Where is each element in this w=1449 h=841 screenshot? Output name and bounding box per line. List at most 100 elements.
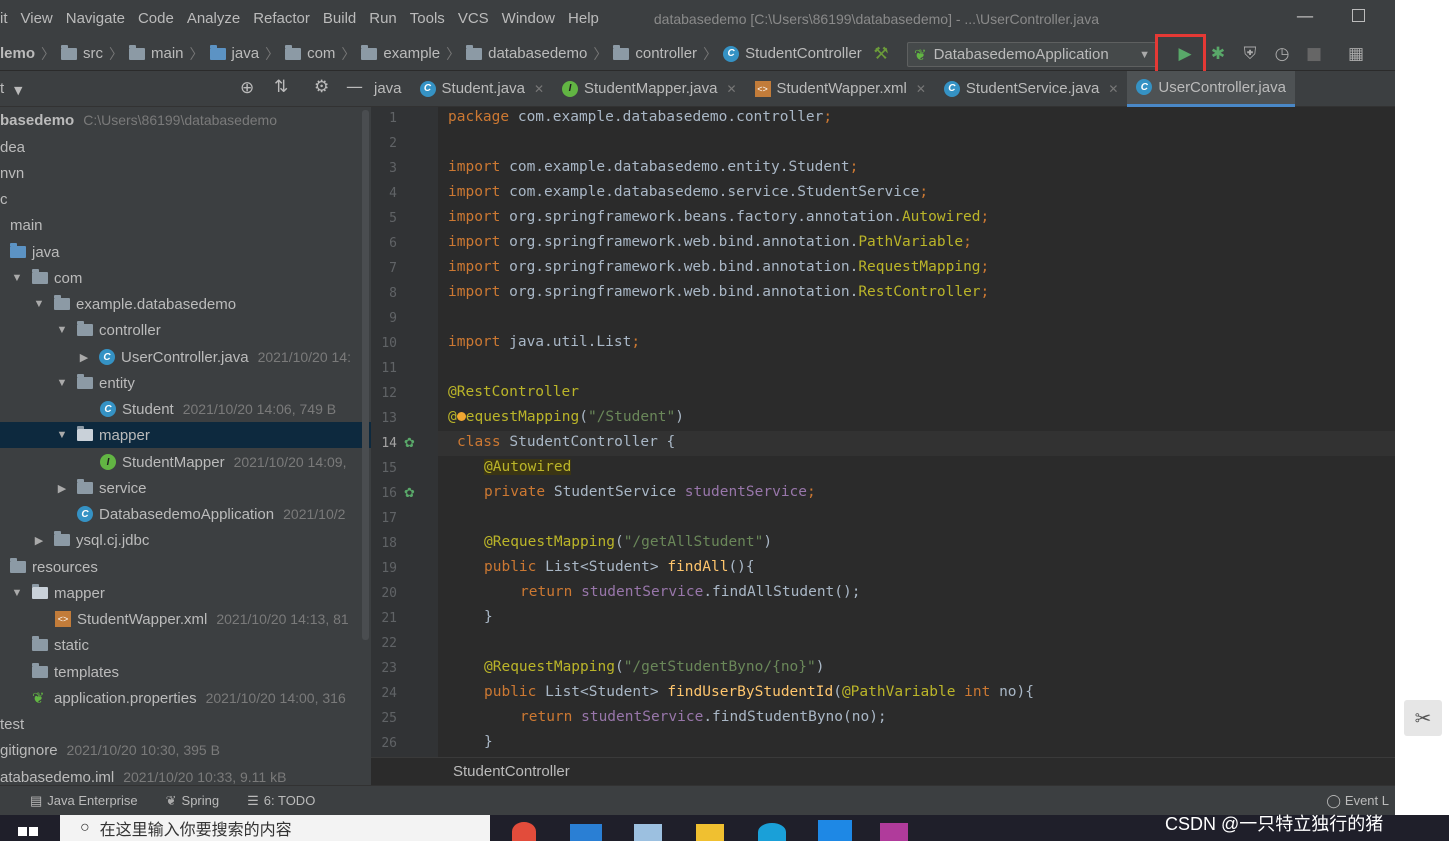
editor-breadcrumb[interactable]: StudentController — [371, 757, 1395, 785]
menu-code[interactable]: Code — [138, 10, 174, 27]
close-icon[interactable]: ✕ — [1108, 82, 1118, 96]
menu-navigate[interactable]: Navigate — [66, 10, 125, 27]
intention-bulb-icon[interactable] — [456, 412, 466, 421]
tree-row[interactable]: java — [0, 239, 371, 265]
close-icon[interactable]: ✕ — [534, 82, 544, 96]
crumb-java[interactable]: java — [209, 44, 259, 62]
crumb-controller[interactable]: controller — [613, 44, 697, 62]
crumb-main[interactable]: main — [129, 44, 184, 62]
app-icon[interactable] — [818, 820, 852, 841]
profile-icon[interactable]: ◷ — [1270, 42, 1294, 66]
stop-icon[interactable]: ■ — [1302, 42, 1326, 66]
debug-icon[interactable]: ✱ — [1206, 42, 1230, 66]
tree-row[interactable]: I StudentMapper 2021/10/20 14:09, — [0, 449, 371, 475]
tree-row[interactable]: nvn — [0, 160, 371, 186]
tree-row[interactable]: ▼ controller — [0, 317, 371, 343]
tree-row[interactable]: atabasedemo.iml 2021/10/20 10:33, 9.11 kB — [0, 764, 371, 786]
taskbar-search-box[interactable]: ○ 在这里输入你要搜索的内容 — [60, 815, 490, 841]
crumb-studentcontroller[interactable]: C StudentController — [723, 45, 862, 62]
tree-row[interactable]: test — [0, 711, 371, 737]
crumb-src[interactable]: src — [61, 44, 103, 62]
expand-arrow-icon[interactable]: ▼ — [10, 587, 24, 599]
expand-arrow-icon[interactable]: ▶ — [55, 482, 69, 495]
minimize-icon[interactable]: — — [1296, 6, 1314, 27]
build-hammer-icon[interactable]: ⚒ — [869, 42, 893, 66]
tree-row[interactable]: ▼ entity — [0, 370, 371, 396]
tree-row-selected[interactable]: ▼ mapper — [0, 422, 371, 448]
folder-icon[interactable] — [696, 824, 724, 841]
scissors-icon[interactable]: ✂ — [1404, 700, 1442, 736]
expand-arrow-icon[interactable]: ▼ — [55, 429, 69, 441]
close-icon[interactable]: ✕ — [726, 82, 736, 96]
menu-run[interactable]: Run — [369, 10, 397, 27]
close-icon[interactable]: ✕ — [916, 82, 926, 96]
project-structure-icon[interactable]: ▦ — [1344, 42, 1368, 66]
crumb-example[interactable]: example — [361, 44, 440, 62]
menu-window[interactable]: Window — [502, 10, 555, 27]
expand-arrow-icon[interactable]: ▼ — [55, 377, 69, 389]
app-icon[interactable] — [634, 824, 662, 841]
locate-icon[interactable]: ⊕ — [240, 78, 254, 98]
expand-arrow-icon[interactable]: ▶ — [32, 534, 46, 547]
tree-row[interactable]: ▼ example.databasedemo — [0, 291, 371, 317]
hide-panel-icon[interactable]: — — [346, 77, 363, 97]
tree-row[interactable]: dea — [0, 134, 371, 160]
tree-row[interactable]: resources — [0, 554, 371, 580]
coverage-icon[interactable]: ⛨ — [1238, 42, 1262, 66]
tree-row[interactable]: main — [0, 212, 371, 238]
tree-row[interactable]: c — [0, 186, 371, 212]
project-view-label[interactable]: t — [0, 80, 4, 97]
tree-row[interactable]: C Student 2021/10/20 14:06, 749 B — [0, 396, 371, 422]
crumb-project[interactable]: lemo — [0, 45, 35, 62]
tree-row[interactable]: ▶ service — [0, 475, 371, 501]
autowired-gutter-icon[interactable]: ✿ — [404, 486, 415, 501]
tab-java[interactable]: java — [371, 71, 411, 107]
tab-studentwapper[interactable]: <> StudentWapper.xml ✕ — [746, 71, 935, 107]
tree-row[interactable]: <> StudentWapper.xml 2021/10/20 14:13, 81 — [0, 606, 371, 632]
menu-build[interactable]: Build — [323, 10, 356, 27]
menu-tools[interactable]: Tools — [410, 10, 445, 27]
crumb-com[interactable]: com — [285, 44, 335, 62]
tree-row[interactable]: ▶ ysql.cj.jdbc — [0, 527, 371, 553]
menu-help[interactable]: Help — [568, 10, 599, 27]
tree-row[interactable]: ▼ com — [0, 265, 371, 291]
chevron-down-icon[interactable]: ▼ — [14, 84, 22, 97]
app-icon[interactable] — [512, 822, 536, 841]
expand-arrow-icon[interactable]: ▶ — [77, 351, 91, 364]
event-log-tab[interactable]: ◯ Event L — [1326, 793, 1389, 809]
tab-studentservice[interactable]: C StudentService.java ✕ — [935, 71, 1127, 107]
menu-view[interactable]: View — [21, 10, 53, 27]
expand-arrow-icon[interactable]: ▼ — [32, 298, 46, 310]
intellij-icon[interactable] — [880, 823, 908, 841]
windows-start-icon[interactable] — [18, 823, 40, 841]
todo-tab[interactable]: ☰ 6: TODO — [247, 793, 315, 809]
gear-icon[interactable]: ⚙ — [314, 77, 329, 97]
tab-usercontroller[interactable]: C UserController.java — [1127, 70, 1295, 107]
tree-row[interactable]: ❦ application.properties 2021/10/20 14:00,… — [0, 685, 371, 711]
crumb-databasedemo[interactable]: databasedemo — [466, 44, 587, 62]
tree-row[interactable]: ▼ mapper — [0, 580, 371, 606]
menu-analyze[interactable]: Analyze — [187, 10, 240, 27]
menu-refactor[interactable]: Refactor — [253, 10, 310, 27]
menu-vcs[interactable]: VCS — [458, 10, 489, 27]
tree-row[interactable]: gitignore 2021/10/20 10:30, 395 B — [0, 737, 371, 763]
tree-row[interactable]: basedemo C:\Users\86199\databasedemo — [0, 107, 371, 133]
menu-edit[interactable]: it — [0, 10, 8, 27]
expand-arrow-icon[interactable]: ▼ — [55, 324, 69, 336]
spring-tab[interactable]: ❦ Spring — [166, 793, 219, 809]
edge-icon[interactable] — [758, 823, 786, 841]
bean-gutter-icon[interactable]: ✿ — [404, 436, 415, 451]
expand-arrow-icon[interactable]: ▼ — [10, 272, 24, 284]
tree-row[interactable]: static — [0, 632, 371, 658]
run-configuration-select[interactable]: ❦ DatabasedemoApplication ▼ — [907, 42, 1157, 67]
tab-student[interactable]: C Student.java ✕ — [411, 71, 553, 107]
tab-studentmapper[interactable]: I StudentMapper.java ✕ — [553, 71, 746, 107]
tree-row[interactable]: templates — [0, 659, 371, 685]
collapse-all-icon[interactable]: ⇅ — [274, 77, 288, 97]
java-enterprise-tab[interactable]: ▤ Java Enterprise — [30, 793, 138, 809]
tree-row[interactable]: C DatabasedemoApplication 2021/10/2 — [0, 501, 371, 527]
tree-row[interactable]: ▶ C UserController.java 2021/10/20 14: — [0, 344, 371, 370]
maximize-icon[interactable] — [1352, 9, 1365, 22]
app-icon[interactable] — [570, 824, 602, 841]
project-scrollbar[interactable] — [362, 110, 369, 640]
